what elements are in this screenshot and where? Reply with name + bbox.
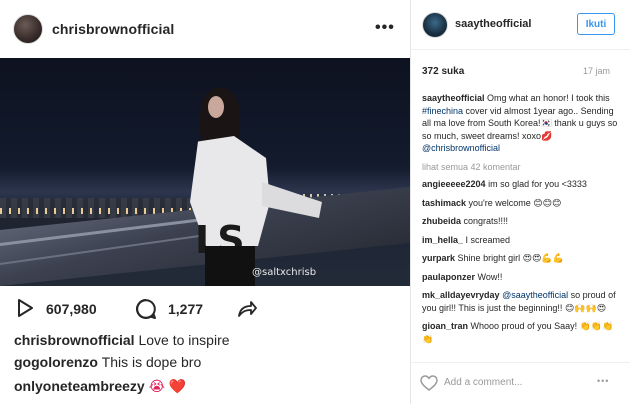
comment-text: Omg what an honor! I took this [487, 93, 610, 103]
comment-composer: Add a comment... ••• [411, 362, 630, 404]
comment-username[interactable]: mk_alldayevryday [422, 290, 500, 300]
comment-username[interactable]: im_hella_ [422, 235, 463, 245]
list-item: gioan_tran Whooo proud of you Saay! 👏👏👏👏 [422, 320, 624, 345]
comment-username[interactable]: gogolorenzo [14, 354, 98, 370]
view-count: 607,980 [46, 301, 97, 317]
hashtag-link[interactable]: #finechina [422, 106, 463, 116]
comment-text: Wow!! [477, 271, 503, 282]
panel-header: saaytheofficial Ikuti [411, 0, 630, 50]
post-header: chrisbrownofficial ••• [0, 0, 410, 58]
comment-count: 1,277 [168, 301, 204, 317]
follow-button[interactable]: Ikuti [577, 13, 615, 35]
video-watermark: @saltxchrisb [252, 267, 317, 278]
post-author-username[interactable]: chrisbrownofficial [52, 21, 174, 37]
panel-username[interactable]: saaytheofficial [455, 18, 531, 30]
post-actions: 607,980 1,277 [0, 286, 410, 330]
post-media-column: chrisbrownofficial ••• LS @saltxchrisb 6… [0, 0, 410, 404]
comment-text: I screamed [465, 234, 511, 245]
comment-username[interactable]: zhubeida [422, 216, 461, 226]
comment-text: Shine bright girl 😍😍💪💪 [457, 253, 564, 263]
comment-text: im so glad for you <3333 [488, 179, 587, 189]
comment-username[interactable]: gioan_tran [422, 321, 468, 331]
comment-username[interactable]: onlyoneteambreezy [14, 378, 145, 394]
comment-username[interactable]: saaytheofficial [422, 93, 485, 103]
list-item: yurpark Shine bright girl 😍😍💪💪 [422, 252, 624, 265]
video-person-face [208, 96, 224, 118]
list-item: tashimack you're welcome 😊😊😊 [422, 197, 624, 210]
post-video[interactable]: LS @saltxchrisb [0, 58, 410, 286]
view-all-comments-link[interactable]: lihat semua 42 komentar [422, 161, 624, 174]
comment-username[interactable]: tashimack [422, 198, 466, 208]
comments-panel: saaytheofficial Ikuti 372 suka 17 jam sa… [411, 0, 630, 404]
post-timestamp: 17 jam [583, 66, 611, 76]
comment-username[interactable]: yurpark [422, 253, 455, 263]
caption-text: Love to inspire [138, 332, 230, 348]
add-comment-input[interactable]: Add a comment... [444, 377, 522, 388]
comment-text: congrats!!!! [463, 216, 509, 226]
comment-text: 😭 ❤️ [148, 378, 187, 394]
comment-username[interactable]: paulaponzer [422, 272, 475, 282]
comment-row: gogolorenzo This is dope bro [14, 354, 201, 370]
play-icon[interactable] [15, 298, 35, 318]
more-options-icon[interactable]: ••• [597, 376, 609, 386]
avatar[interactable] [422, 12, 448, 38]
comment-icon[interactable] [135, 298, 157, 320]
comment-text: This is dope bro [101, 354, 202, 370]
caption-row: chrisbrownofficial Love to inspire [14, 332, 230, 348]
share-icon[interactable] [236, 298, 258, 320]
list-item: paulaponzer Wow!! [422, 271, 624, 284]
comment-row: onlyoneteambreezy 😭 ❤️ [14, 378, 186, 395]
mention-link[interactable]: @chrisbrownofficial [422, 143, 500, 153]
video-person-legs [205, 246, 255, 286]
list-item: mk_alldayevryday @saaytheofficial so pro… [422, 289, 624, 314]
avatar[interactable] [13, 14, 43, 44]
list-item: im_hella_ I screamed [422, 234, 624, 247]
comment-list[interactable]: saaytheofficial Omg what an honor! I too… [422, 92, 624, 358]
caption-comment: saaytheofficial Omg what an honor! I too… [422, 92, 624, 155]
comment-username[interactable]: angieeeee2204 [422, 179, 486, 189]
list-item: zhubeida congrats!!!! [422, 215, 624, 228]
more-options-icon[interactable]: ••• [375, 20, 395, 36]
likes-count[interactable]: 372 suka [422, 66, 464, 77]
caption-username[interactable]: chrisbrownofficial [14, 332, 135, 348]
comment-text: you're welcome 😊😊😊 [468, 197, 562, 208]
heart-icon[interactable] [420, 375, 438, 391]
mention-link[interactable]: @saaytheofficial [502, 290, 568, 300]
list-item: angieeeee2204 im so glad for you <3333 [422, 178, 624, 191]
